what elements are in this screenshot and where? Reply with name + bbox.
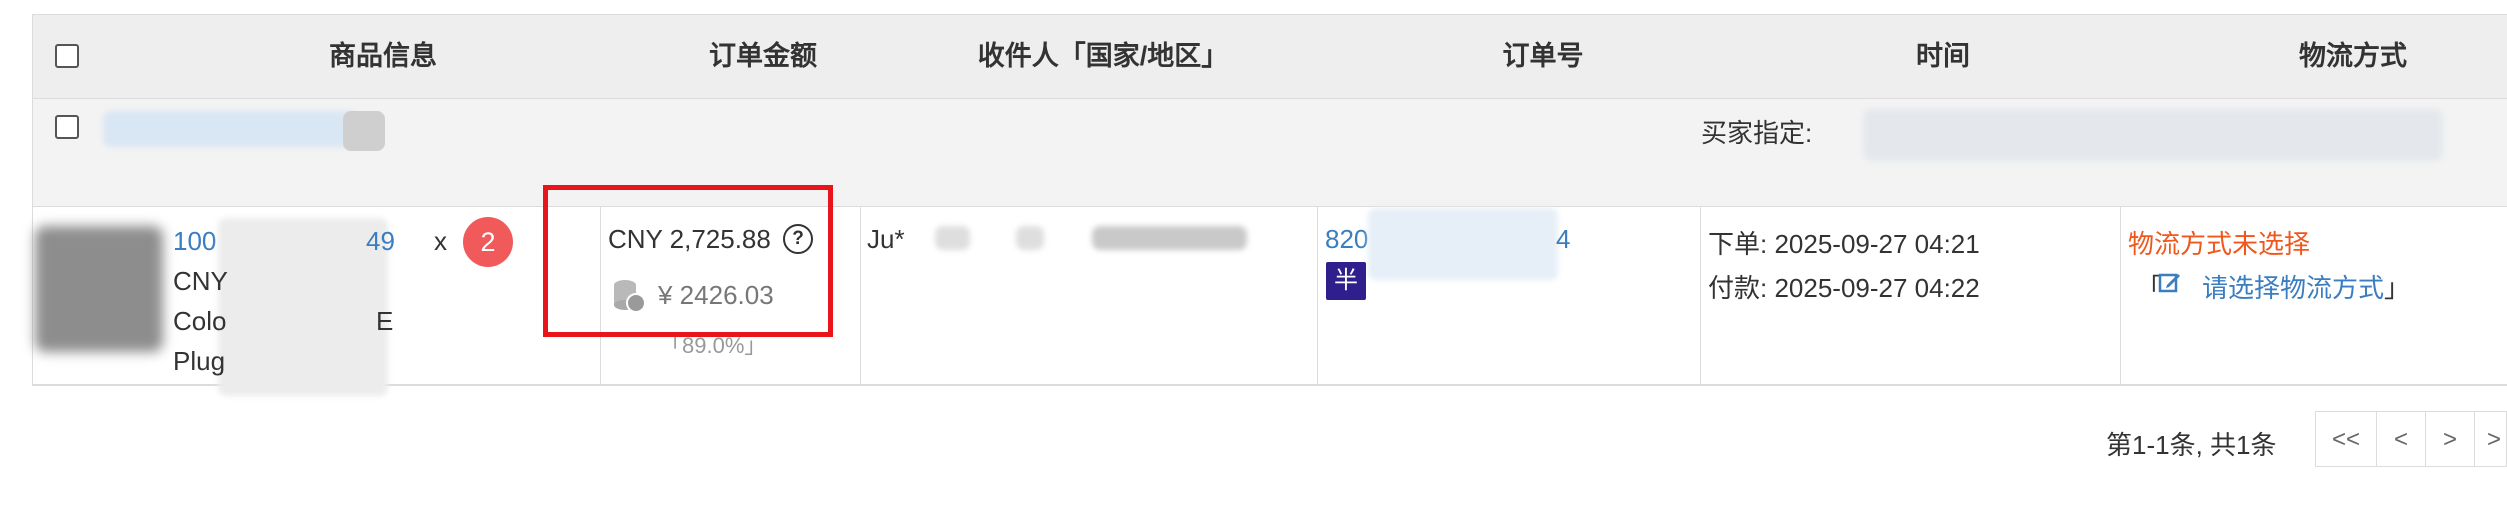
quantity-badge: 2	[463, 217, 513, 267]
header-product: 商品信息	[329, 41, 437, 71]
shipping-status: 物流方式未选择	[2128, 229, 2311, 259]
header-amount: 订单金额	[709, 41, 817, 71]
product-plug-line: Plug	[173, 346, 226, 376]
store-name-redacted	[103, 111, 358, 147]
recipient-redacted	[1092, 226, 1247, 250]
product-info-redacted	[218, 218, 388, 396]
group-checkbox[interactable]	[55, 115, 79, 139]
buyer-specified-redacted	[1863, 109, 2443, 161]
choose-shipping-text: 请选择物流方式	[2202, 273, 2385, 303]
table-header: 商品信息 订单金额 收件人「国家/地区」 订单号 时间 物流方式	[33, 15, 2507, 99]
header-order-no: 订单号	[1502, 41, 1584, 71]
choose-shipping-link[interactable]: 「请选择物流方式」	[2136, 268, 2410, 305]
buyer-specified-label: 买家指定:	[1701, 118, 1813, 148]
first-page-button[interactable]: <<	[2315, 411, 2377, 467]
order-no-redacted	[1368, 208, 1558, 280]
recipient-redacted	[1016, 226, 1044, 250]
header-time: 时间	[1916, 41, 1970, 71]
product-id-suffix[interactable]: 49	[366, 226, 395, 257]
product-id-prefix: 100	[173, 226, 217, 256]
select-all-checkbox[interactable]	[55, 44, 79, 68]
recipient-redacted	[935, 226, 970, 250]
order-no-prefix[interactable]: 820	[1325, 224, 1368, 255]
next-page-button[interactable]: >	[2425, 411, 2475, 467]
edit-icon	[2158, 271, 2182, 295]
last-page-button[interactable]: >	[2474, 411, 2507, 467]
col-divider	[1317, 207, 1318, 385]
quantity-multiply: x	[434, 226, 447, 256]
product-id-link[interactable]: 100	[173, 226, 216, 257]
product-currency-line: CNY	[173, 266, 228, 296]
recipient-name: Ju*	[867, 224, 905, 254]
col-divider	[2120, 207, 2121, 385]
order-no-suffix[interactable]: 4	[1556, 224, 1570, 255]
pagination-summary: 第1-1条, 共1条	[2106, 430, 2277, 460]
order-group-row: 买家指定:	[33, 99, 2507, 207]
order-placed-time: 下单: 2025-09-27 04:21	[1708, 229, 1980, 259]
product-thumbnail[interactable]	[35, 226, 163, 352]
order-paid-time: 付款: 2025-09-27 04:22	[1708, 273, 1980, 303]
product-tail-char: E	[376, 306, 394, 336]
table-row-border	[33, 384, 2507, 385]
half-tag-badge: 半	[1326, 262, 1366, 300]
col-divider	[1700, 207, 1701, 385]
header-recipient: 收件人「国家/地区」	[977, 41, 1229, 71]
prev-page-button[interactable]: <	[2376, 411, 2426, 467]
header-shipping: 物流方式	[2299, 41, 2407, 71]
amount-highlight-box	[543, 185, 833, 337]
col-divider	[860, 207, 861, 385]
product-color-line: Colo	[173, 306, 227, 336]
store-tag-icon[interactable]	[343, 111, 385, 151]
bracket-close: 」	[2384, 273, 2411, 303]
